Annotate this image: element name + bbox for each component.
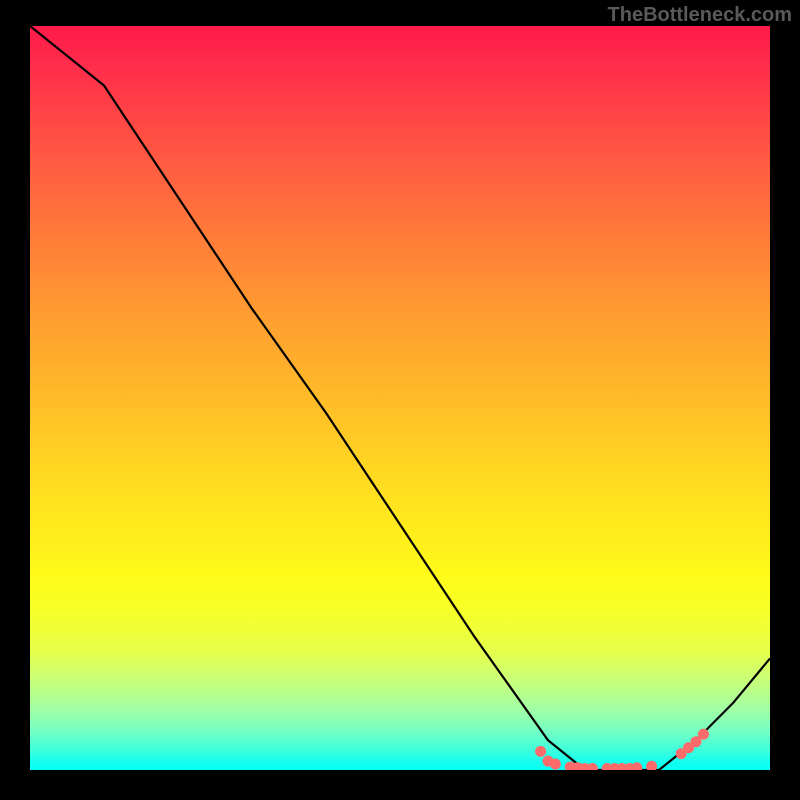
bottleneck-curve <box>30 26 770 770</box>
highlight-marker <box>587 763 598 770</box>
marker-group <box>535 729 709 770</box>
highlight-marker <box>646 761 657 770</box>
chart-container: TheBottleneck.com <box>0 0 800 800</box>
highlight-marker <box>535 746 546 757</box>
highlight-marker <box>698 729 709 740</box>
chart-svg <box>30 26 770 770</box>
highlight-marker <box>631 762 642 770</box>
plot-area <box>30 26 770 770</box>
watermark-text: TheBottleneck.com <box>608 4 792 27</box>
highlight-marker <box>550 759 561 770</box>
